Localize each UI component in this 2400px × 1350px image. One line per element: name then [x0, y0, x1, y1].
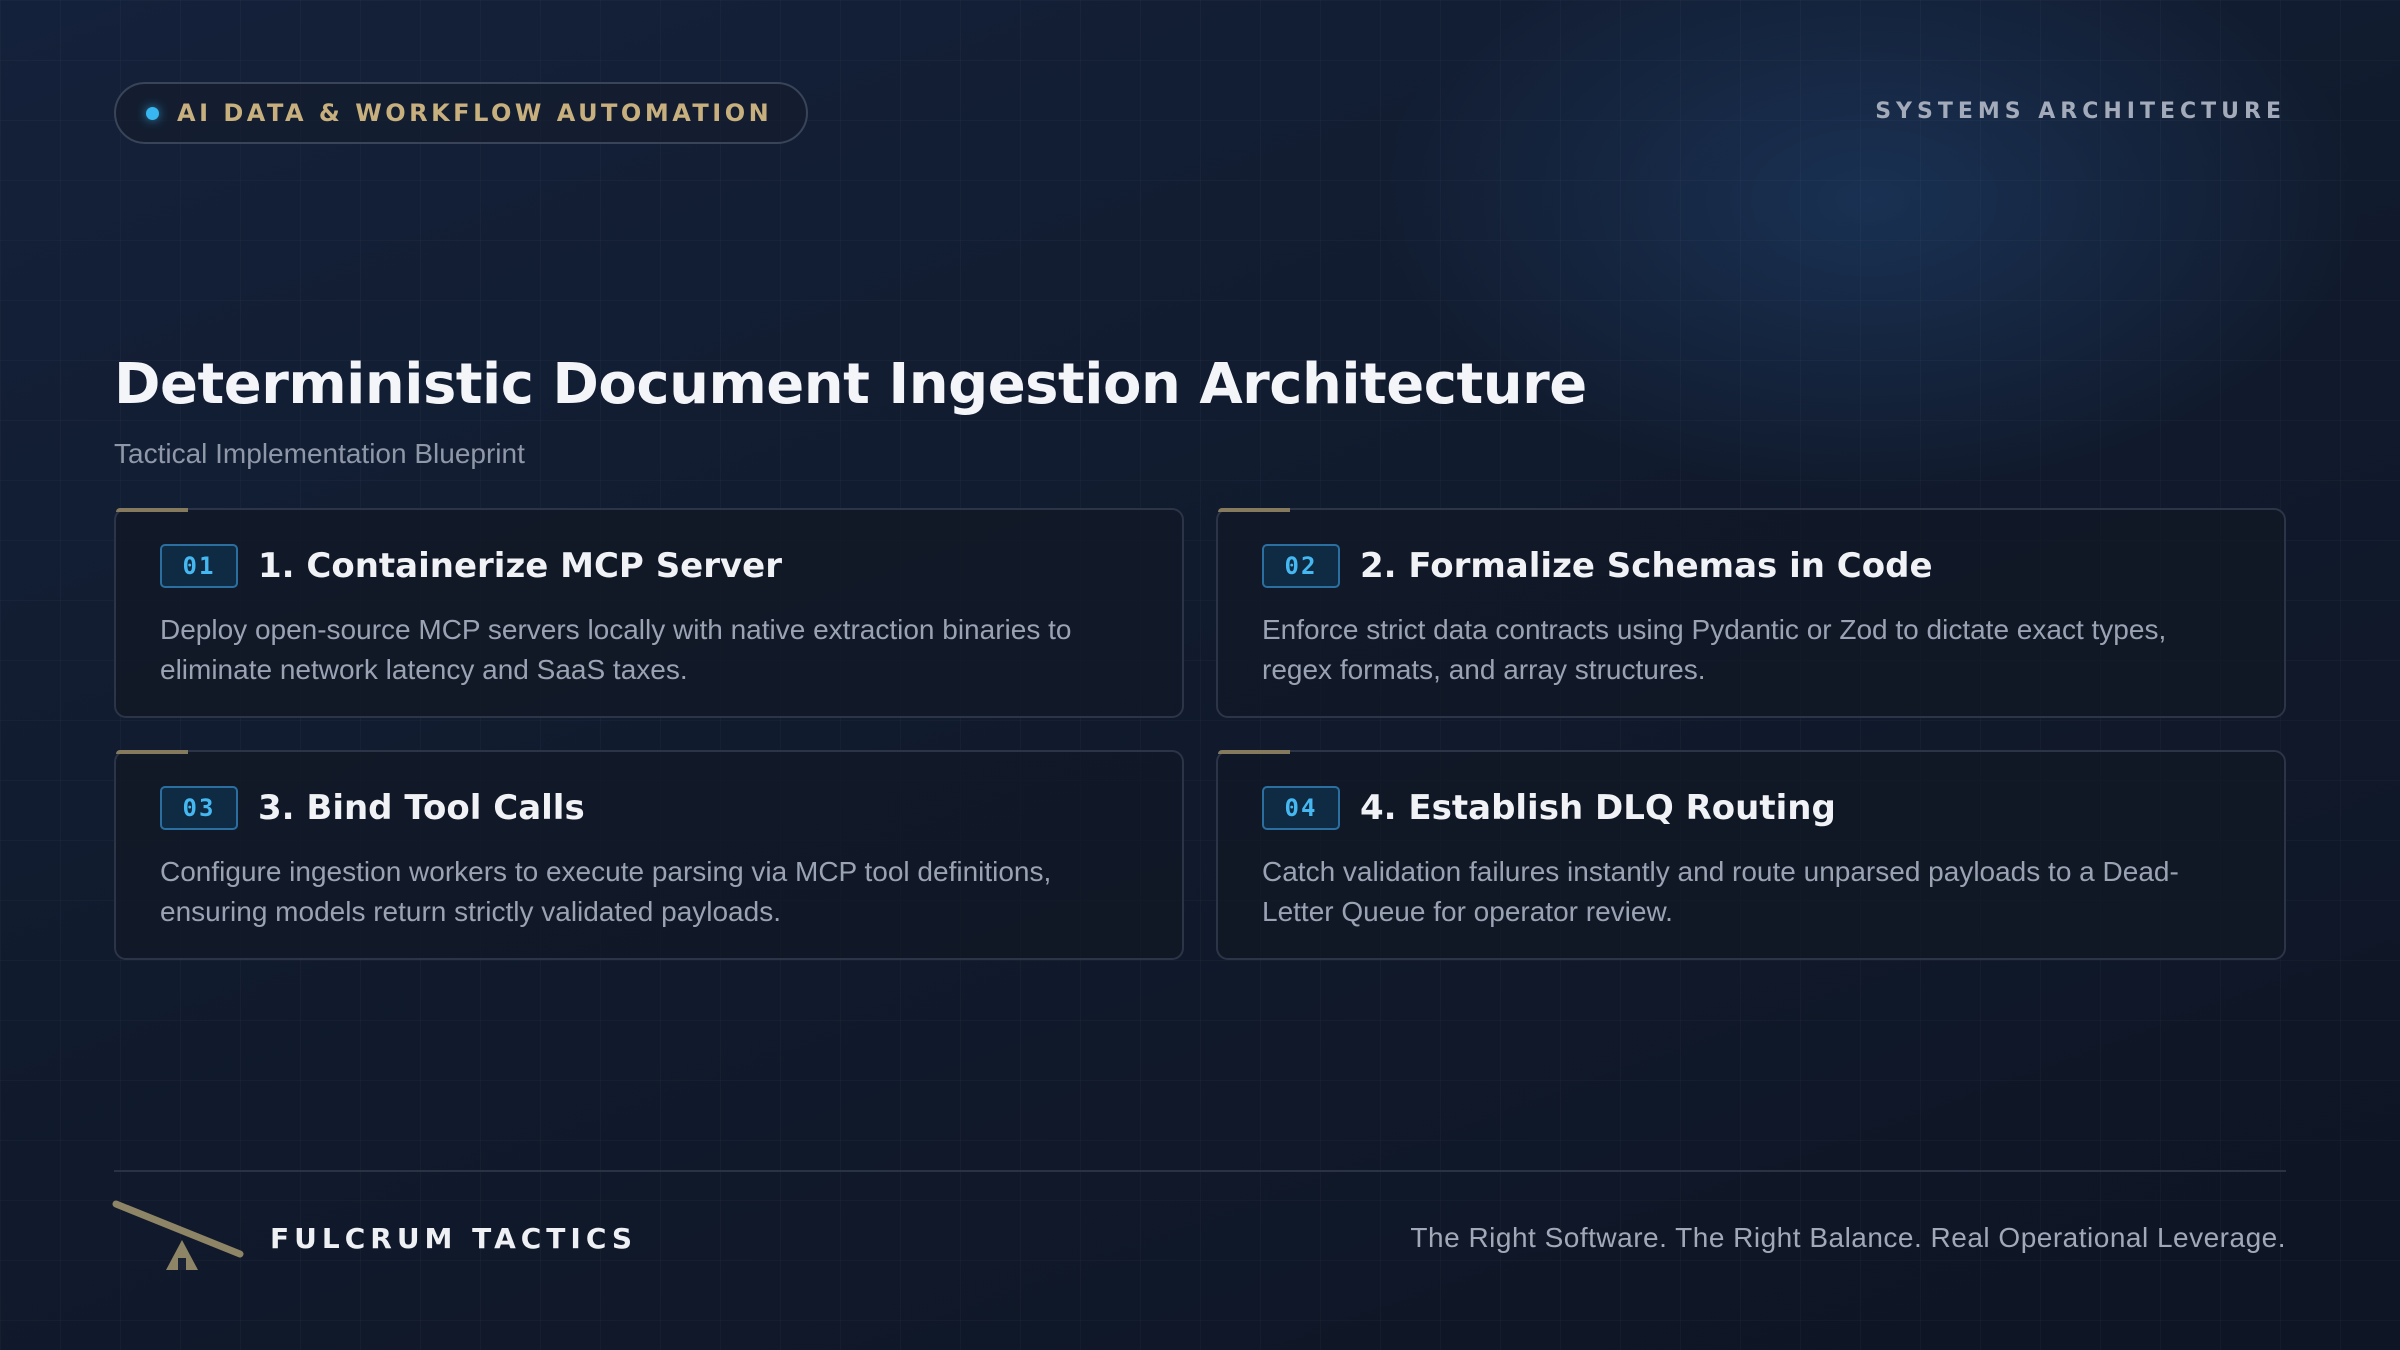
step-number-badge: 02 [1262, 544, 1340, 588]
step-description: Configure ingestion workers to execute p… [160, 856, 1052, 927]
category-pill: AI DATA & WORKFLOW AUTOMATION [114, 82, 809, 144]
card-header: 01 1. Containerize MCP Server [160, 544, 1138, 588]
card-header: 02 2. Formalize Schemas in Code [1262, 544, 2240, 588]
step-number-badge: 03 [160, 786, 238, 830]
step-card-4: 04 4. Establish DLQ Routing Catch valida… [1216, 750, 2286, 960]
step-card-3: 03 3. Bind Tool Calls Configure ingestio… [114, 750, 1184, 960]
page-subtitle: Tactical Implementation Blueprint [114, 438, 525, 469]
step-card-1: 01 1. Containerize MCP Server Deploy ope… [114, 508, 1184, 718]
step-number-badge: 04 [1262, 786, 1340, 830]
step-title: 2. Formalize Schemas in Code [1360, 546, 1933, 586]
status-dot-icon [146, 106, 159, 120]
brand-name: FULCRUM TACTICS [270, 1222, 638, 1255]
section-label: SYSTEMS ARCHITECTURE [1875, 99, 2286, 124]
step-title: 4. Establish DLQ Routing [1360, 788, 1836, 828]
step-description: Deploy open-source MCP servers locally w… [160, 614, 1072, 685]
card-accent-bar [116, 508, 188, 512]
step-card-2: 02 2. Formalize Schemas in Code Enforce … [1216, 508, 2286, 718]
card-header: 04 4. Establish DLQ Routing [1262, 786, 2240, 830]
category-label: AI DATA & WORKFLOW AUTOMATION [177, 99, 773, 127]
page-title: Deterministic Document Ingestion Archite… [114, 352, 1587, 417]
step-number-badge: 01 [160, 544, 238, 588]
fulcrum-lever-icon [112, 1200, 244, 1270]
brand-tagline: The Right Software. The Right Balance. R… [1410, 1222, 2286, 1253]
card-accent-bar [1218, 750, 1290, 754]
card-accent-bar [1218, 508, 1290, 512]
step-title: 1. Containerize MCP Server [258, 546, 782, 586]
step-description: Enforce strict data contracts using Pyda… [1262, 614, 2167, 685]
footer-divider [114, 1170, 2286, 1172]
card-accent-bar [116, 750, 188, 754]
slide: AI DATA & WORKFLOW AUTOMATION SYSTEMS AR… [0, 0, 2400, 1350]
step-description: Catch validation failures instantly and … [1262, 856, 2179, 927]
card-header: 03 3. Bind Tool Calls [160, 786, 1138, 830]
step-title: 3. Bind Tool Calls [258, 788, 585, 828]
